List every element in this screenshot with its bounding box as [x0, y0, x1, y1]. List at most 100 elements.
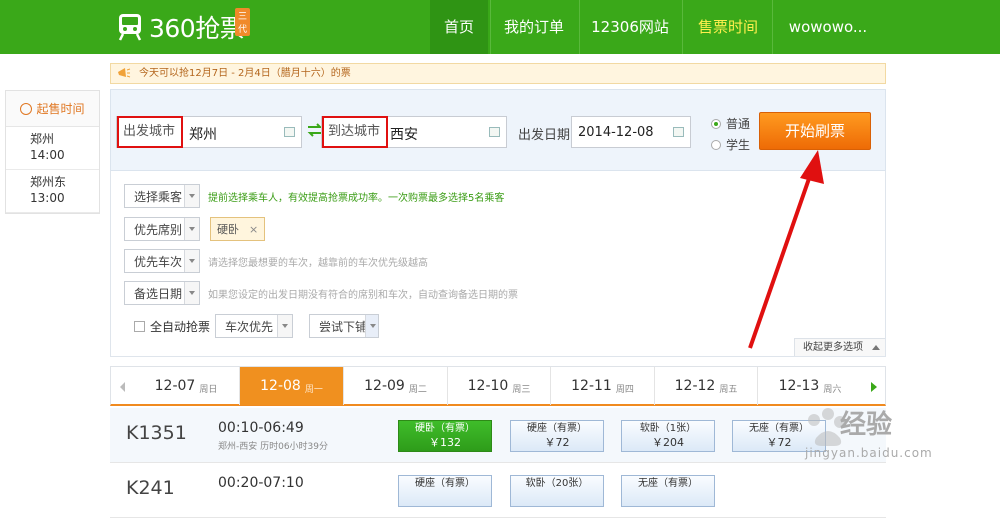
nav-divider	[579, 0, 580, 54]
date-tab-weekday: 周六	[823, 384, 842, 395]
seat-option-selected[interactable]: 硬卧（有票） ￥132	[398, 420, 492, 452]
date-tab-weekday: 周三	[512, 384, 531, 395]
select-value: 车次优先	[225, 319, 274, 334]
chevron-up-icon[interactable]	[872, 345, 880, 350]
options-panel: 选择乘客 提前选择乘车人，有效提高抢票成功率。一次购票最多选择5名乘客 优先席别…	[110, 171, 886, 357]
sale-time: 13:00	[30, 191, 65, 205]
notice-text: 今天可以抢12月7日 - 2月4日（腊月十六）的票	[139, 68, 351, 79]
start-refresh-button[interactable]: 开始刷票	[759, 112, 871, 150]
chevron-down-icon[interactable]	[365, 315, 379, 337]
backup-date-dropdown[interactable]: 备选日期	[124, 281, 200, 305]
megaphone-icon	[118, 68, 131, 78]
seat-option[interactable]: 软卧（20张）	[510, 475, 604, 507]
date-tab[interactable]: 12-12 周五	[655, 367, 758, 405]
backup-date-row: 备选日期 如果您设定的出发日期没有符合的席别和车次，自动查询备选日期的票	[124, 281, 518, 305]
auto-mode-select[interactable]: 车次优先	[215, 314, 294, 338]
seat-row: 优先席别 硬卧 ×	[124, 217, 266, 241]
auto-grab-checkbox[interactable]	[134, 320, 145, 332]
dropdown-label: 备选日期	[134, 286, 183, 301]
close-icon[interactable]: ×	[249, 223, 258, 236]
calendar-icon[interactable]	[673, 127, 684, 137]
nav-user-menu[interactable]: wowowo...	[778, 0, 878, 54]
radio-dot[interactable]	[711, 139, 721, 150]
date-tab[interactable]: 12-09 周二	[344, 367, 448, 405]
seat-option[interactable]: 软卧（1张） ￥204	[621, 420, 715, 452]
depart-date-field[interactable]: 2014-12-08	[571, 116, 691, 148]
seat-option[interactable]: 硬座（有票） ￥72	[510, 420, 604, 452]
from-city-label: 出发城市	[117, 116, 183, 148]
search-panel: 出发城市 郑州 到达城市 西安 出发日期 2014-12-08 普通 学生 开始…	[110, 89, 886, 171]
top-nav-bar: 360抢票 三代 首页 我的订单 12306网站 售票时间 wowowo...	[0, 0, 1000, 54]
seat-price: ￥72	[544, 436, 570, 449]
date-tab-date: 12-11	[571, 378, 612, 394]
city-picker-icon[interactable]	[489, 127, 500, 137]
auto-grab-row: 全自动抢票 车次优先 尝试下铺	[134, 314, 380, 338]
train-row: K241 00:20-07:10 硬座（有票） 软卧（20张） 无座（有票）	[110, 463, 886, 518]
chevron-down-icon[interactable]	[184, 250, 199, 272]
date-tab-date: 12-12	[674, 378, 716, 394]
dropdown-label: 优先席别	[134, 222, 183, 237]
date-tab-weekday: 周四	[615, 384, 634, 395]
prev-week-icon[interactable]	[120, 382, 125, 392]
ticket-type-student-radio[interactable]: 学生	[711, 136, 750, 153]
logo[interactable]: 360抢票 三代	[117, 8, 251, 44]
ticket-type-normal-radio[interactable]: 普通	[711, 115, 750, 132]
seat-name: 硬卧（有票）	[415, 423, 475, 434]
depart-date-value[interactable]: 2014-12-08	[578, 125, 654, 140]
sale-time-sidebar: 起售时间 郑州 14:00 郑州东 13:00	[5, 90, 100, 214]
next-week-icon[interactable]	[871, 382, 877, 392]
city-picker-icon[interactable]	[284, 127, 295, 137]
notice-bar: 今天可以抢12月7日 - 2月4日（腊月十六）的票	[110, 63, 886, 84]
seat-name: 软卧（1张）	[639, 423, 697, 434]
nav-home[interactable]: 首页	[430, 0, 488, 54]
seat-price: ￥204	[652, 436, 684, 449]
chevron-down-icon[interactable]	[277, 315, 293, 337]
watermark-url: jingyan.baidu.com	[805, 446, 933, 460]
brand-name: 360抢票	[149, 14, 245, 43]
sale-time-item: 郑州东 13:00	[6, 170, 99, 213]
nav-sale-time[interactable]: 售票时间	[688, 0, 768, 54]
sale-time-item: 郑州 14:00	[6, 127, 99, 170]
train-icon	[118, 14, 142, 41]
collapse-options-button[interactable]: 收起更多选项	[794, 338, 885, 356]
train-number: K1351	[126, 422, 187, 444]
select-value: 尝试下铺	[319, 319, 368, 334]
date-tab-date: 12-09	[364, 378, 405, 394]
nav-12306-site[interactable]: 12306网站	[582, 0, 678, 54]
seat-tag-label: 硬卧	[217, 223, 239, 236]
to-city-label: 到达城市	[322, 116, 388, 148]
date-tab[interactable]: 12-11 周四	[551, 367, 655, 405]
seat-price: ￥132	[429, 436, 461, 449]
chevron-down-icon[interactable]	[184, 282, 199, 304]
chevron-down-icon[interactable]	[184, 185, 199, 207]
chevron-down-icon[interactable]	[184, 218, 199, 240]
seat-option[interactable]: 无座（有票）	[621, 475, 715, 507]
to-city-field[interactable]: 到达城市 西安	[321, 116, 507, 148]
nav-divider	[490, 0, 491, 54]
from-city-value[interactable]: 郑州	[189, 124, 217, 144]
station-name: 郑州东	[30, 175, 67, 189]
train-time: 00:20-07:10	[218, 475, 304, 491]
nav-my-orders[interactable]: 我的订单	[492, 0, 576, 54]
dropdown-label: 选择乘客	[134, 189, 183, 204]
train-number: K241	[126, 477, 175, 499]
select-passenger-dropdown[interactable]: 选择乘客	[124, 184, 200, 208]
date-tab-date: 12-10	[467, 378, 509, 394]
radio-label: 学生	[726, 138, 751, 152]
date-tab[interactable]: 12-07 周日	[133, 367, 240, 405]
backup-date-hint: 如果您设定的出发日期没有符合的席别和车次，自动查询备选日期的票	[208, 289, 518, 301]
date-tab[interactable]: 12-10 周三	[448, 367, 551, 405]
sale-time: 14:00	[30, 148, 65, 162]
priority-train-dropdown[interactable]: 优先车次	[124, 249, 200, 273]
collapse-options-label: 收起更多选项	[803, 342, 863, 353]
radio-label: 普通	[726, 117, 751, 131]
seat-option[interactable]: 硬座（有票）	[398, 475, 492, 507]
priority-seat-dropdown[interactable]: 优先席别	[124, 217, 200, 241]
berth-preference-select[interactable]: 尝试下铺	[309, 314, 380, 338]
radio-dot-checked[interactable]	[711, 118, 721, 129]
date-tab-selected[interactable]: 12-08 周一	[240, 367, 344, 405]
passenger-hint: 提前选择乘车人，有效提高抢票成功率。一次购票最多选择5名乘客	[208, 192, 505, 204]
train-row: 优先车次 请选择您最想要的车次，越靠前的车次优先级越高	[124, 249, 428, 273]
to-city-value[interactable]: 西安	[390, 124, 418, 144]
from-city-field[interactable]: 出发城市 郑州	[116, 116, 302, 148]
